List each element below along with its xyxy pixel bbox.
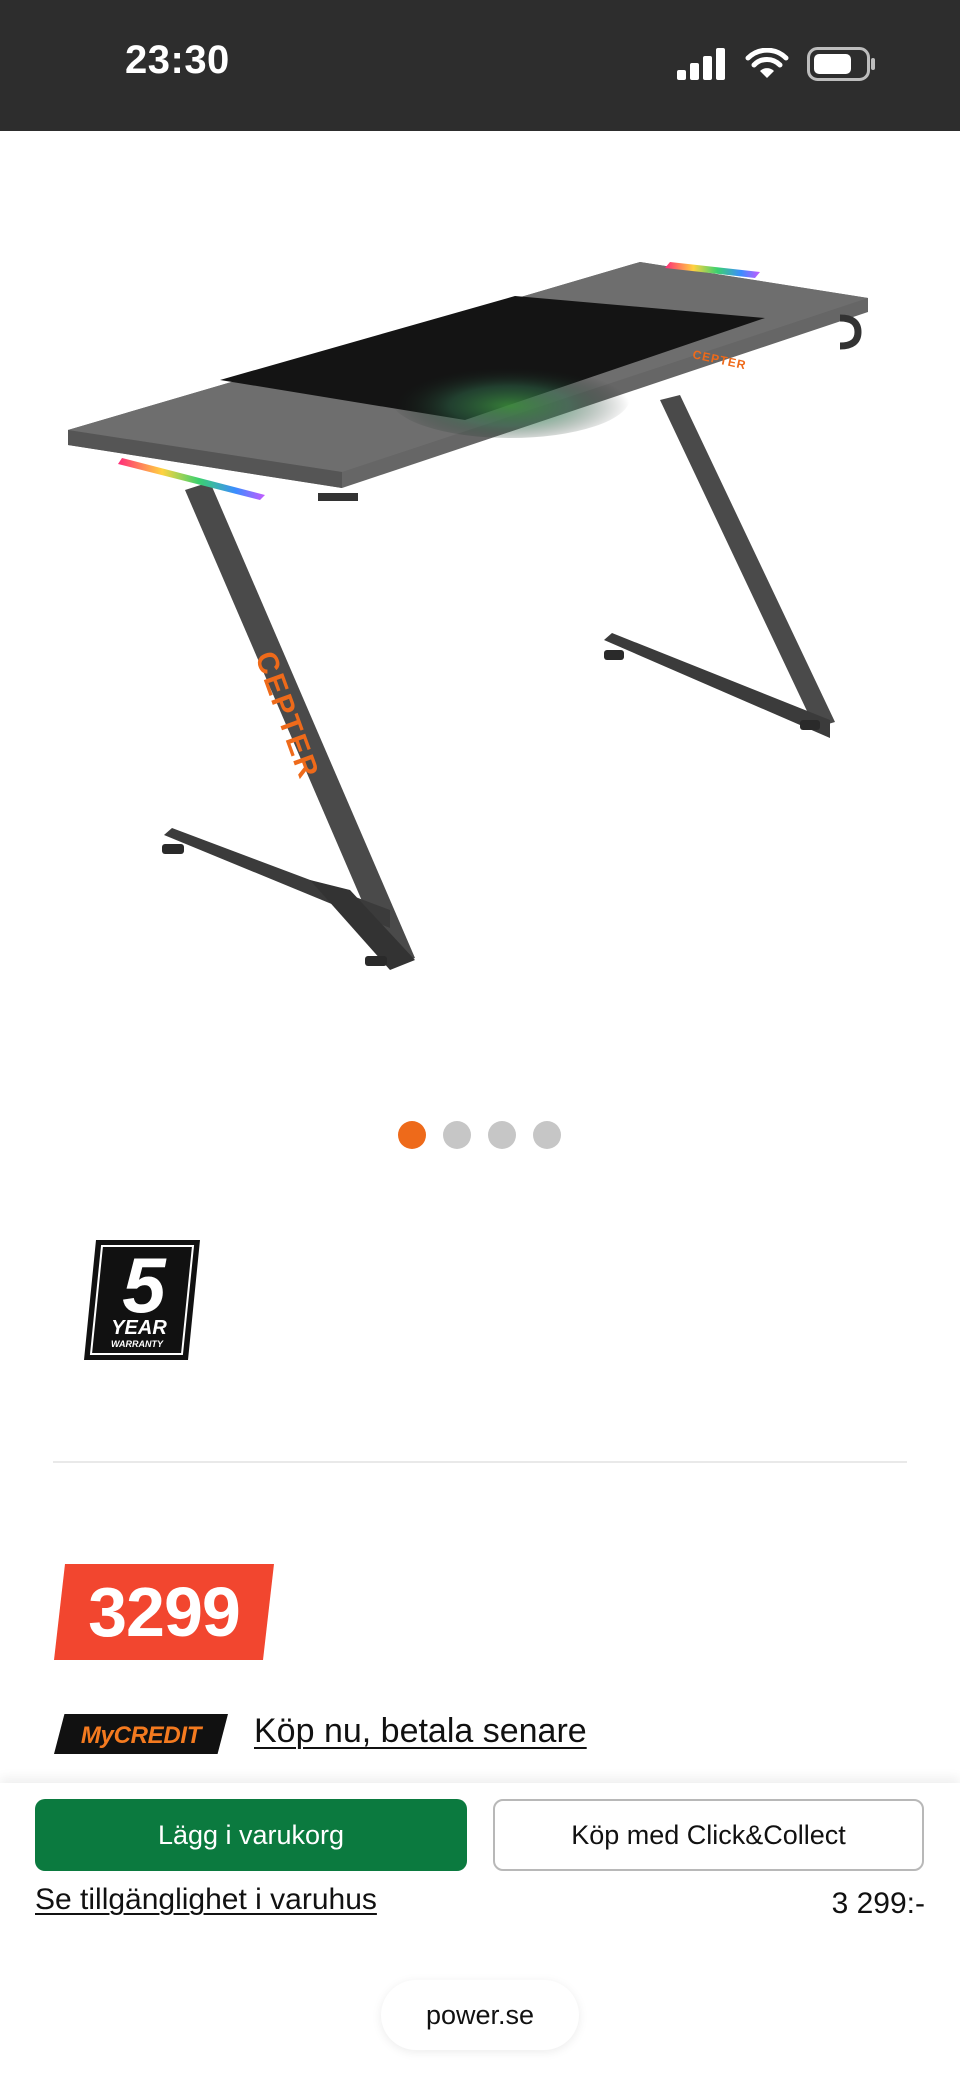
bottom-price: 3 299:- <box>831 1887 925 1920</box>
carousel-indicator <box>398 1121 561 1149</box>
status-icons <box>677 44 877 84</box>
browser-url-bar[interactable]: power.se <box>381 1980 579 2050</box>
carousel-dot-4[interactable] <box>533 1121 561 1149</box>
desk-brand-label: CEPTER <box>248 647 325 784</box>
status-time: 23:30 <box>125 38 230 82</box>
cellular-signal-icon <box>677 48 725 80</box>
price-tag: 3299 <box>54 1564 274 1660</box>
buy-now-pay-later-link[interactable]: Köp nu, betala senare <box>254 1712 587 1751</box>
section-divider <box>53 1461 907 1463</box>
price-tag-value: 3299 <box>88 1573 241 1651</box>
warranty-badge: 5 YEAR WARRANTY <box>82 1238 202 1362</box>
warranty-label: WARRANTY <box>111 1339 164 1349</box>
carousel-dot-1[interactable] <box>398 1121 426 1149</box>
mycredit-logo: MyCREDIT <box>54 1714 228 1754</box>
wifi-icon <box>745 48 789 78</box>
store-availability-link[interactable]: Se tillgänglighet i varuhus <box>35 1883 377 1917</box>
add-to-cart-button[interactable]: Lägg i varukorg <box>35 1799 467 1871</box>
status-bar: 23:30 <box>0 0 960 131</box>
carousel-dot-3[interactable] <box>488 1121 516 1149</box>
click-collect-button[interactable]: Köp med Click&Collect <box>493 1799 924 1871</box>
battery-icon <box>807 47 875 81</box>
carousel-dot-2[interactable] <box>443 1121 471 1149</box>
mycredit-logo-text: MyCREDIT <box>80 1722 202 1749</box>
warranty-year: YEAR <box>111 1317 167 1339</box>
warranty-number: 5 <box>122 1241 167 1329</box>
gaming-desk-image[interactable]: CEPTER CEPTER <box>60 250 900 980</box>
